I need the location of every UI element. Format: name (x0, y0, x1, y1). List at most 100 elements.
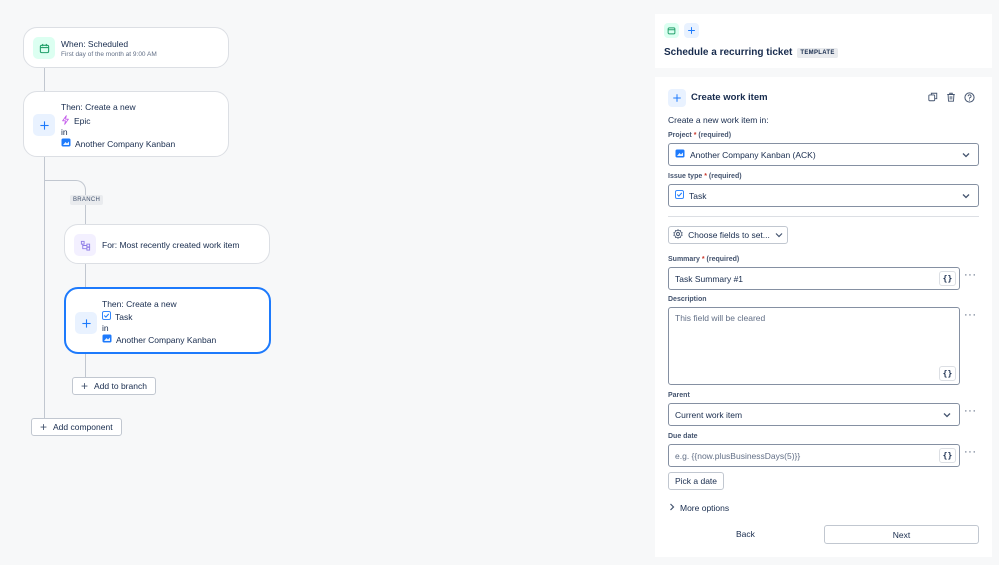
branch-tag: BRANCH (70, 195, 104, 205)
template-title-row: Schedule a recurring ticket TEMPLATE (664, 47, 838, 58)
issue-type-row: Epic (61, 115, 91, 127)
description-placeholder: This field will be cleared (675, 313, 766, 323)
plus-icon (684, 23, 699, 38)
plus-icon: + (40, 420, 48, 434)
branch-card[interactable]: For: Most recently created work item (64, 224, 270, 264)
summary-label: Summary * (required) (668, 256, 739, 263)
required-text: (required) (698, 132, 732, 139)
summary-input[interactable]: Task Summary #1 {} (668, 267, 960, 290)
required-text: (required) (708, 173, 742, 180)
add-to-branch-label: Add to branch (94, 381, 147, 391)
template-tag: TEMPLATE (797, 47, 838, 58)
more-options-label: More options (680, 503, 730, 513)
required-text: (required) (706, 256, 740, 263)
choose-fields-label: Choose fields to set... (688, 230, 770, 240)
project-avatar-icon (675, 149, 685, 160)
more-actions-icon[interactable]: ··· (964, 447, 977, 458)
intro-text: Create a new work item in: (668, 115, 769, 125)
chevron-right-icon (669, 503, 675, 513)
issue-type-value: Task (689, 190, 707, 201)
branch-icon (74, 234, 96, 256)
description-label: Description (668, 296, 707, 303)
plus-icon (33, 114, 55, 136)
project-label: Another Company Kanban (75, 138, 176, 149)
calendar-icon (33, 37, 55, 59)
trash-icon[interactable] (945, 91, 957, 103)
due-date-input[interactable]: e.g. {{now.plusBusinessDays(5)}} {} (668, 444, 960, 467)
project-avatar-icon (61, 138, 71, 149)
smart-value-button[interactable]: {} (939, 271, 956, 286)
create-work-item-panel: Create work item Create a new work item … (655, 77, 992, 557)
pick-a-date-button[interactable]: Pick a date (668, 472, 724, 490)
due-date-placeholder: e.g. {{now.plusBusinessDays(5)}} (675, 450, 801, 461)
more-actions-icon[interactable]: ··· (964, 406, 977, 417)
in-label: in (61, 127, 68, 137)
more-actions-icon[interactable]: ··· (964, 310, 977, 321)
chevron-down-icon (775, 230, 783, 240)
connector-line (85, 354, 86, 378)
project-label: Project * (required) (668, 132, 731, 139)
issue-type-label-text: Issue type (668, 173, 703, 180)
plus-icon (668, 89, 686, 107)
back-button[interactable]: Back (736, 529, 755, 539)
chevron-down-icon (943, 410, 951, 420)
issue-type-label: Issue type * (required) (668, 173, 742, 180)
required-asterisk: * (704, 173, 707, 180)
chevron-down-icon (962, 191, 970, 201)
epic-icon (61, 115, 70, 127)
rule-canvas: When: Scheduled First day of the month a… (0, 0, 640, 565)
duplicate-icon[interactable] (927, 91, 939, 103)
issue-type-select[interactable]: Task (668, 184, 979, 207)
summary-label-text: Summary (668, 256, 700, 263)
issue-type-label: Task (115, 311, 133, 322)
issue-type-row: Task (102, 311, 132, 322)
required-asterisk: * (701, 256, 705, 263)
pick-a-date-label: Pick a date (674, 476, 718, 486)
parent-select[interactable]: Current work item (668, 403, 960, 426)
summary-input-value: Task Summary #1 (675, 273, 744, 284)
section-title: Create work item (691, 92, 768, 103)
smart-value-button[interactable]: {} (939, 366, 956, 381)
help-icon[interactable] (963, 91, 975, 103)
project-avatar-icon (102, 334, 112, 345)
calendar-icon (664, 23, 679, 38)
create-epic-action-card[interactable]: Then: Create a new Epic in Another Compa… (23, 91, 229, 157)
create-task-action-card[interactable]: Then: Create a new Task in Another Compa… (64, 287, 271, 354)
project-select[interactable]: Another Company Kanban (ACK) (668, 143, 979, 166)
more-options-toggle[interactable]: More options (669, 503, 729, 513)
plus-icon (75, 312, 97, 334)
required-asterisk: * (693, 132, 697, 139)
template-title: Schedule a recurring ticket (664, 47, 793, 58)
project-row: Another Company Kanban (61, 138, 175, 149)
branch-title: For: Most recently created work item (102, 240, 240, 250)
project-row: Another Company Kanban (102, 334, 216, 345)
choose-fields-button[interactable]: Choose fields to set... (668, 226, 788, 244)
project-label-text: Project (668, 132, 692, 139)
trigger-title: When: Scheduled (61, 39, 129, 49)
connector-line (85, 264, 86, 288)
add-component-label: Add component (53, 422, 113, 432)
action-title: Then: Create a new (61, 102, 136, 112)
more-actions-icon[interactable]: ··· (964, 270, 977, 281)
back-label: Back (736, 529, 755, 539)
description-textarea[interactable]: This field will be cleared {} (668, 307, 960, 385)
trigger-subtitle: First day of the month at 9:00 AM (61, 51, 157, 58)
chevron-down-icon (962, 150, 970, 160)
project-select-value: Another Company Kanban (ACK) (690, 149, 816, 160)
parent-label: Parent (668, 392, 690, 399)
next-button[interactable]: Next (824, 525, 979, 544)
task-checkbox-icon (675, 190, 684, 201)
template-header-panel: Schedule a recurring ticket TEMPLATE (655, 14, 992, 68)
connector-line (44, 68, 45, 92)
gear-icon (673, 228, 683, 241)
next-label: Next (892, 529, 911, 540)
in-label: in (102, 323, 109, 333)
smart-value-button[interactable]: {} (939, 448, 956, 463)
add-component-button[interactable]: + Add component (31, 418, 122, 436)
trigger-card[interactable]: When: Scheduled First day of the month a… (23, 27, 229, 68)
add-to-branch-button[interactable]: + Add to branch (72, 377, 156, 395)
project-label: Another Company Kanban (116, 334, 217, 345)
task-checkbox-icon (102, 311, 111, 322)
action-title: Then: Create a new (102, 299, 177, 309)
parent-select-value: Current work item (675, 409, 743, 420)
